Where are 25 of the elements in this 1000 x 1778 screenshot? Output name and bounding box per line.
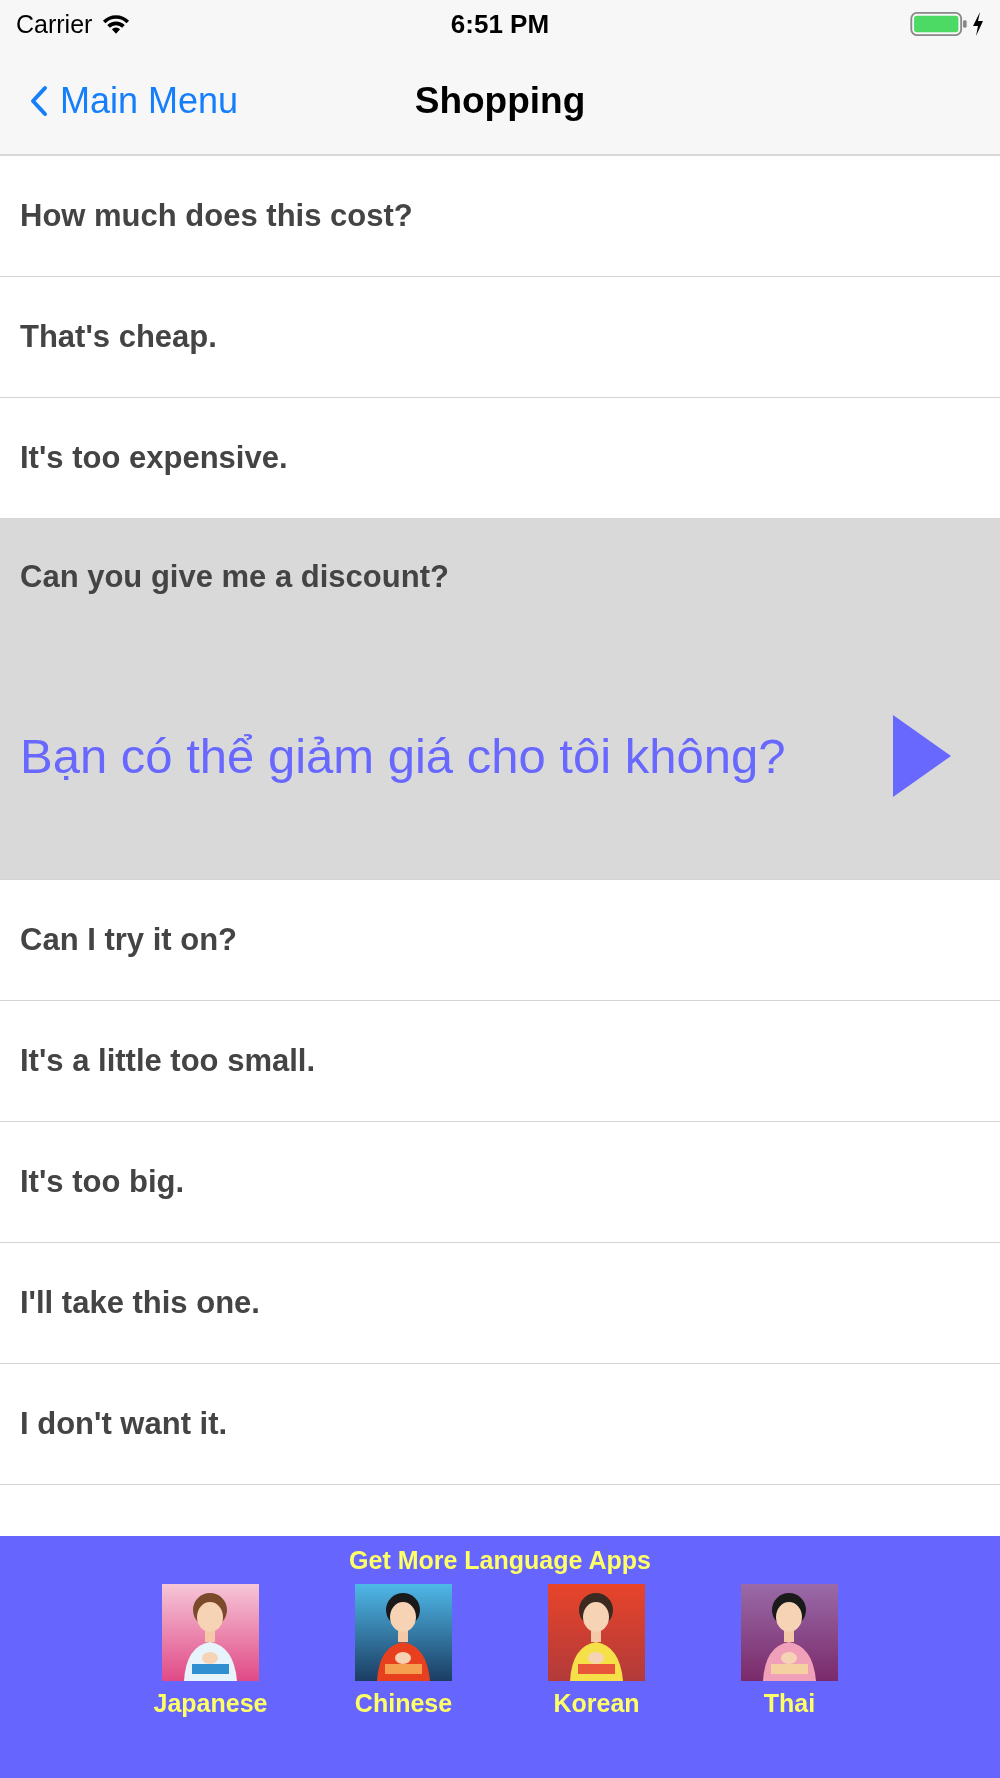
phrase-text: That's cheap. (20, 319, 217, 355)
phrase-text: I don't want it. (20, 1406, 228, 1442)
play-icon[interactable] (893, 715, 951, 797)
chevron-left-icon (30, 85, 48, 117)
phrase-text: It's too big. (20, 1164, 185, 1200)
phrase-text: Can I try it on? (20, 922, 237, 958)
carrier-label: Carrier (16, 9, 93, 39)
app-label[interactable]: Chinese (354, 1689, 453, 1718)
charging-icon (972, 12, 984, 36)
phrase-text: It's a little too small. (20, 1043, 316, 1079)
phrase-text: Can you give me a discount? (20, 559, 449, 595)
app-label[interactable]: Korean (553, 1689, 640, 1718)
phrase-text: I'll take this one. (20, 1285, 260, 1321)
banner-title: Get More Language Apps (349, 1546, 651, 1575)
clock: 6:51 PM (449, 8, 551, 40)
phrase-text: How much does this cost? (20, 198, 413, 234)
phrase-text: It's too expensive. (20, 440, 288, 476)
back-button[interactable]: Main Menu (0, 80, 239, 122)
screen-title: Shopping (413, 80, 587, 122)
battery-icon (910, 12, 968, 36)
phrase-row[interactable]: Can you give me a discount? Bạn có thể giảm giá cho tôi không? (0, 519, 1000, 880)
app-label[interactable]: Japanese (153, 1689, 268, 1718)
wifi-icon (102, 13, 131, 35)
app-label[interactable]: Thai (763, 1689, 816, 1718)
translation-text: Bạn có thể giảm giá cho tôi không? (20, 728, 786, 784)
